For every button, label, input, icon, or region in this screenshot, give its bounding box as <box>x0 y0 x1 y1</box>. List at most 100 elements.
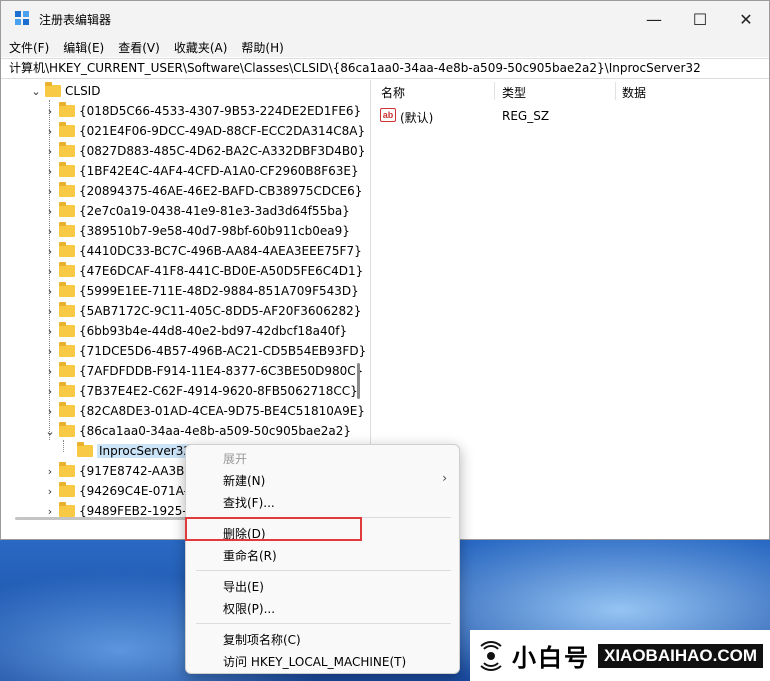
tree-node-label: {20894375-46AE-46E2-BAFD-CB38975CDCE6} <box>79 184 363 198</box>
folder-icon <box>59 402 75 417</box>
chevron-right-icon[interactable]: › <box>43 285 57 298</box>
chevron-right-icon[interactable]: › <box>43 345 57 358</box>
chevron-right-icon[interactable]: › <box>43 265 57 278</box>
broadcast-icon <box>476 640 506 671</box>
folder-icon <box>59 302 75 317</box>
tree-node[interactable]: › {4410DC33-BC7C-496B-AA84-4AEA3EEE75F7} <box>43 241 362 261</box>
tree-node-label: {0827D883-485C-4D62-BA2C-A332DBF3D4B0} <box>79 144 366 158</box>
tree-node-label: {021E4F06-9DCC-49AD-88CF-ECC2DA314C8A} <box>79 124 366 138</box>
maximize-button[interactable]: ☐ <box>677 1 723 37</box>
tree-node-label: {389510b7-9e58-40d7-98bf-60b911cb0ea9} <box>79 224 350 238</box>
chevron-right-icon[interactable]: › <box>43 205 57 218</box>
tree-node[interactable]: › {94269C4E-071A-4 <box>43 481 196 501</box>
folder-icon <box>59 342 75 357</box>
folder-icon <box>59 382 75 397</box>
value-name: (默认) <box>400 111 434 125</box>
chevron-down-icon[interactable]: ⌄ <box>43 425 57 438</box>
tree-scrollbar[interactable] <box>357 363 360 399</box>
chevron-right-icon[interactable]: › <box>43 365 57 378</box>
tree-node-label: {94269C4E-071A-4 <box>79 484 196 498</box>
tree-node[interactable]: › {1BF42E4C-4AF4-4CFD-A1A0-CF2960B8F63E} <box>43 161 359 181</box>
chevron-right-icon[interactable]: › <box>43 405 57 418</box>
watermark-en: XIAOBAIHAO.COM <box>598 643 763 668</box>
list-header: 名称 类型 数据 <box>372 80 769 102</box>
menu-separator <box>196 623 451 624</box>
column-divider[interactable] <box>494 82 495 100</box>
tree-node-label: InprocServer32 <box>97 444 193 458</box>
tree-node-86ca1aa0[interactable]: ⌄ {86ca1aa0-34aa-4e8b-a509-50c905bae2a2} <box>43 421 351 441</box>
chevron-right-icon[interactable]: › <box>43 305 57 318</box>
menu-item-find[interactable]: 查找(F)... <box>223 494 275 511</box>
folder-icon <box>59 282 75 297</box>
value-row[interactable]: ab (默认) REG_SZ <box>372 106 769 126</box>
chevron-right-icon[interactable]: › <box>43 105 57 118</box>
tree-node[interactable]: › {389510b7-9e58-40d7-98bf-60b911cb0ea9} <box>43 221 350 241</box>
menu-item-export[interactable]: 导出(E) <box>223 578 264 595</box>
menu-file[interactable]: 文件(F) <box>9 39 49 56</box>
folder-icon <box>59 202 75 217</box>
menu-help[interactable]: 帮助(H) <box>241 39 283 56</box>
address-bar[interactable]: 计算机\HKEY_CURRENT_USER\Software\Classes\C… <box>1 58 769 79</box>
menu-item-new[interactable]: 新建(N) <box>223 472 265 489</box>
minimize-button[interactable]: — <box>631 1 677 37</box>
tree-node-label: {82CA8DE3-01AD-4CEA-9D75-BE4C51810A9E} <box>79 404 365 418</box>
tree-node[interactable]: › {021E4F06-9DCC-49AD-88CF-ECC2DA314C8A} <box>43 121 365 141</box>
tree-node[interactable]: › {71DCE5D6-4B57-496B-AC21-CD5B54EB93FD} <box>43 341 366 361</box>
tree-node[interactable]: › {82CA8DE3-01AD-4CEA-9D75-BE4C51810A9E} <box>43 401 365 421</box>
menu-item-visit-hklm[interactable]: 访问 HKEY_LOCAL_MACHINE(T) <box>223 653 406 670</box>
folder-icon <box>59 242 75 257</box>
menu-item-permissions[interactable]: 权限(P)... <box>223 600 275 617</box>
close-button[interactable]: ✕ <box>723 1 769 37</box>
tree-node[interactable]: › {0827D883-485C-4D62-BA2C-A332DBF3D4B0} <box>43 141 365 161</box>
tree-node-inprocserver32[interactable]: InprocServer32 <box>61 441 193 461</box>
chevron-right-icon[interactable]: › <box>43 225 57 238</box>
chevron-right-icon[interactable]: › <box>43 465 57 478</box>
column-header-name[interactable]: 名称 <box>381 84 405 101</box>
column-header-type[interactable]: 类型 <box>502 84 526 101</box>
tree-node-label: {9489FEB2-1925-4 <box>79 504 195 518</box>
menu-item-rename[interactable]: 重命名(R) <box>223 547 277 564</box>
menu-view[interactable]: 查看(V) <box>118 39 160 56</box>
window-title: 注册表编辑器 <box>39 12 112 27</box>
watermark-cn: 小白号 <box>512 644 590 672</box>
menu-item-copy-key-name[interactable]: 复制项名称(C) <box>223 631 301 648</box>
tree-node-clsid[interactable]: ⌄ CLSID <box>29 81 100 101</box>
menu-edit[interactable]: 编辑(E) <box>63 39 104 56</box>
chevron-right-icon[interactable]: › <box>43 385 57 398</box>
chevron-right-icon[interactable]: › <box>43 165 57 178</box>
tree-node-label: {6bb93b4e-44d8-40e2-bd97-42dbcf18a40f} <box>79 324 348 338</box>
tree-node[interactable]: › {47E6DCAF-41F8-441C-BD0E-A50D5FE6C4D1} <box>43 261 363 281</box>
folder-icon <box>59 162 75 177</box>
tree-node[interactable]: › {917E8742-AA3B-7 <box>43 461 196 481</box>
tree-node[interactable]: › {7B37E4E2-C62F-4914-9620-8FB5062718CC} <box>43 381 358 401</box>
folder-icon <box>59 422 75 437</box>
tree-node-label: {1BF42E4C-4AF4-4CFD-A1A0-CF2960B8F63E} <box>79 164 359 178</box>
menu-favorites[interactable]: 收藏夹(A) <box>174 39 228 56</box>
tree-node[interactable]: › {5999E1EE-711E-48D2-9884-851A709F543D} <box>43 281 359 301</box>
tree-node-label: {7B37E4E2-C62F-4914-9620-8FB5062718CC} <box>79 384 358 398</box>
tree-node[interactable]: › {018D5C66-4533-4307-9B53-224DE2ED1FE6} <box>43 101 361 121</box>
tree-node-label: {5AB7172C-9C11-405C-8DD5-AF20F3606282} <box>79 304 362 318</box>
tree-node[interactable]: › {2e7c0a19-0438-41e9-81e3-3ad3d64f55ba} <box>43 201 350 221</box>
chevron-right-icon[interactable]: › <box>43 185 57 198</box>
tree-node-label: {4410DC33-BC7C-496B-AA84-4AEA3EEE75F7} <box>79 244 362 258</box>
tree-node[interactable]: › {5AB7172C-9C11-405C-8DD5-AF20F3606282} <box>43 301 361 321</box>
title-bar: 注册表编辑器 — ☐ ✕ <box>1 1 769 37</box>
chevron-right-icon[interactable]: › <box>43 145 57 158</box>
chevron-right-icon[interactable]: › <box>43 485 57 498</box>
chevron-down-icon[interactable]: ⌄ <box>29 85 43 98</box>
chevron-right-icon[interactable]: › <box>43 325 57 338</box>
folder-icon <box>59 102 75 117</box>
tree-node-label: {71DCE5D6-4B57-496B-AC21-CD5B54EB93FD} <box>79 344 367 358</box>
chevron-right-icon[interactable]: › <box>43 505 57 518</box>
chevron-right-icon[interactable]: › <box>43 125 57 138</box>
column-divider[interactable] <box>615 82 616 100</box>
column-header-data[interactable]: 数据 <box>622 84 646 101</box>
tree-node-label: {917E8742-AA3B-7 <box>79 464 197 478</box>
tree-node[interactable]: › {7AFDFDDB-F914-11E4-8377-6C3BE50D980C} <box>43 361 363 381</box>
tree-node[interactable]: › {6bb93b4e-44d8-40e2-bd97-42dbcf18a40f} <box>43 321 347 341</box>
string-value-icon: ab <box>380 108 396 122</box>
watermark-logo: 小白号 XIAOBAIHAO.COM <box>470 630 770 681</box>
chevron-right-icon[interactable]: › <box>43 245 57 258</box>
tree-node[interactable]: › {20894375-46AE-46E2-BAFD-CB38975CDCE6} <box>43 181 362 201</box>
